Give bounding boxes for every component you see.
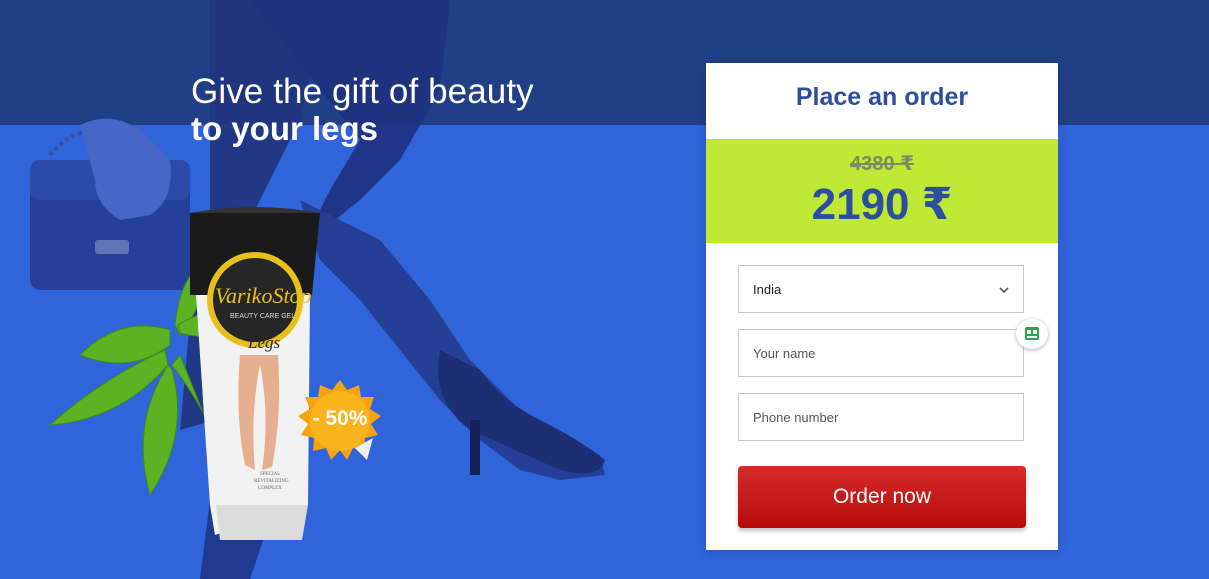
- name-input[interactable]: [739, 330, 1003, 376]
- product-footer-3: COMPLEX: [258, 486, 282, 491]
- order-title: Place an order: [795, 83, 969, 111]
- chevron-down-icon: [999, 287, 1009, 294]
- order-card: Place an order 4380 ₹ 2190 ₹ India Order…: [706, 63, 1058, 550]
- product-brand-text: VarikoStop: [215, 283, 312, 308]
- headline-light: Give the gift of beauty: [191, 72, 534, 111]
- old-price: 4380 ₹: [850, 153, 914, 175]
- product-footer-1: SPECIAL: [260, 472, 280, 477]
- product-footer-2: REVITALIZING: [254, 479, 289, 484]
- new-price: 2190 ₹: [811, 180, 953, 229]
- hero-headline: Give the gift of beauty to your legs: [191, 73, 534, 147]
- headline-bold: to your legs: [191, 110, 379, 147]
- product-image: VarikoStop BEAUTY CARE GEL For Legs SPEC…: [48, 207, 320, 540]
- price-box: 4380 ₹ 2190 ₹: [706, 139, 1058, 243]
- product-subtitle-text: BEAUTY CARE GEL: [230, 313, 295, 320]
- discount-badge-text: - 50%: [312, 407, 368, 430]
- country-select-value: India: [753, 282, 782, 297]
- phone-field-wrapper: [738, 393, 1024, 441]
- name-field-wrapper: [738, 329, 1024, 377]
- country-select[interactable]: India: [738, 265, 1024, 313]
- phone-input[interactable]: [739, 394, 1003, 440]
- autofill-helper-icon[interactable]: [1016, 319, 1048, 349]
- product-label-legs: Legs: [247, 333, 281, 352]
- order-now-button[interactable]: Order now: [738, 466, 1026, 528]
